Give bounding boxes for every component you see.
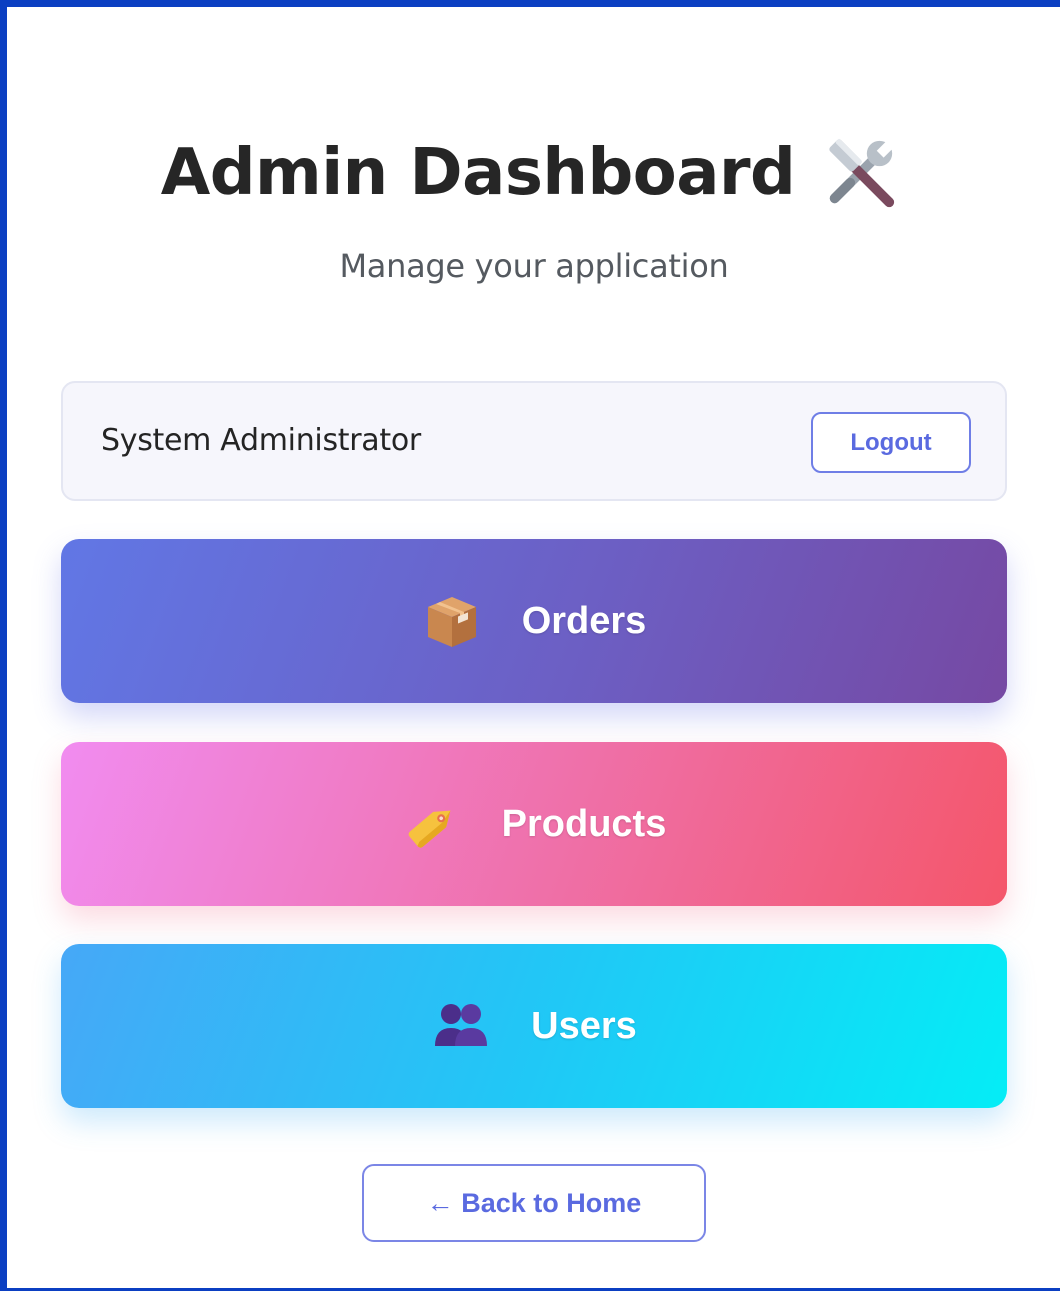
nav-label-orders: Orders [521, 599, 647, 642]
logout-button[interactable]: Logout [811, 412, 971, 473]
page-subtitle: Manage your application [339, 247, 729, 285]
tools-icon [829, 139, 895, 208]
nav-label-products: Products [501, 802, 667, 845]
nav-card-products[interactable]: Products [61, 742, 1007, 906]
back-to-home-button[interactable]: ← Back to Home [362, 1164, 706, 1242]
nav-card-users[interactable]: Users [61, 944, 1007, 1108]
package-icon [427, 597, 476, 647]
admin-name: System Administrator [101, 423, 421, 458]
admin-info-card: System Administrator Logout [61, 381, 1007, 501]
page-title: Admin Dashboard [160, 136, 796, 210]
app-frame: Admin Dashboard Manage your application … [0, 0, 1060, 1291]
nav-card-orders[interactable]: Orders [61, 539, 1007, 703]
users-icon [435, 1004, 488, 1046]
title-row: Admin Dashboard [7, 125, 1053, 221]
tag-icon [408, 810, 451, 848]
nav-label-users: Users [531, 1004, 637, 1047]
